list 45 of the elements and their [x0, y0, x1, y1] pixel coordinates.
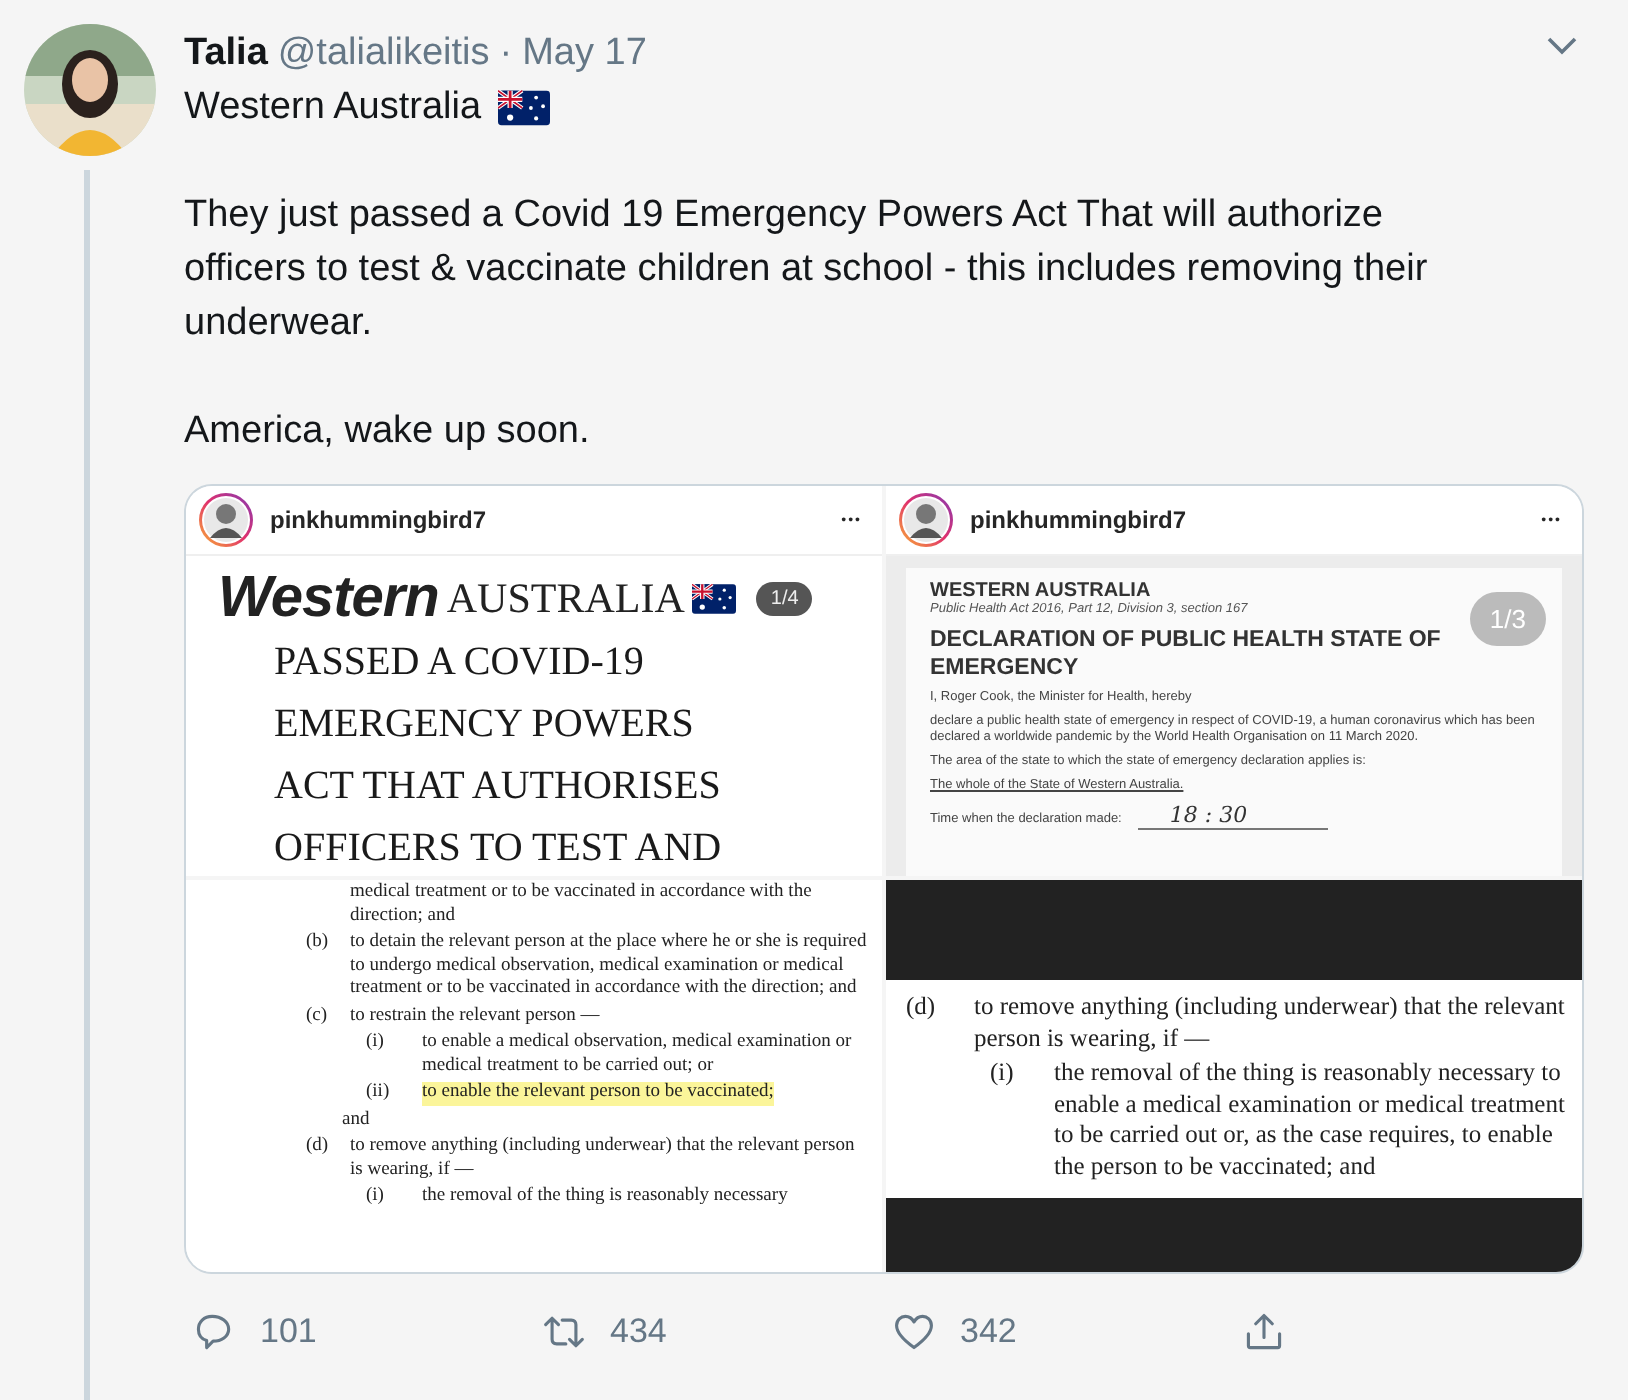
australian-flag-icon: [497, 89, 550, 125]
media-grid[interactable]: [184, 484, 1584, 1274]
post-screenshot[interactable]: [886, 486, 1582, 876]
clause-label: (ii): [366, 1082, 392, 1105]
document-screenshot[interactable]: [886, 880, 1582, 1272]
action-count: 342: [960, 1312, 1017, 1352]
page-counter: 1/3: [1469, 592, 1546, 646]
clause-text: to restrain the relevant person —: [350, 1005, 602, 1028]
tweet-text: America, wake up soon.: [184, 408, 592, 456]
document-heading: DECLARATION OF PUBLIC HEALTH STATE OF EMERGENCY: [930, 626, 1443, 682]
separator-dot: ·: [499, 32, 513, 76]
author-name[interactable]: Talia: [184, 32, 268, 76]
headline-text: EMERGENCY POWERS: [272, 700, 696, 750]
clause-text: and: [342, 1109, 372, 1132]
clause-label: (i): [366, 1032, 386, 1056]
username[interactable]: pinkhummingbird7: [270, 506, 486, 534]
action-count: 101: [260, 1312, 317, 1352]
tweet-text: Western Australia: [184, 84, 482, 132]
clause-label: (d): [306, 1136, 331, 1160]
username[interactable]: pinkhummingbird7: [970, 506, 1186, 534]
reply-icon[interactable]: [192, 1310, 236, 1354]
headline-text: AUSTRALIA: [446, 573, 685, 623]
author-handle[interactable]: @talialikeitis: [277, 32, 490, 76]
tweet-date[interactable]: May 17: [522, 32, 647, 76]
headline-text: Western: [218, 565, 439, 631]
caret-icon[interactable]: [1546, 36, 1578, 56]
tweet-text: They just passed a Covid 19 Emergency Powers Act That will authorize officers to test & vaccinate children at school - this includes removing their underwear.: [184, 192, 1430, 348]
handwritten-time: 18 : 30: [1137, 802, 1328, 830]
clause-text: the removal of the thing is reasonably necessary: [422, 1186, 788, 1209]
clause-label: (i): [990, 1058, 1016, 1090]
clause-label: (d): [906, 992, 938, 1024]
action-count: 434: [610, 1312, 667, 1352]
australian-flag-icon: [692, 583, 737, 613]
clause-label: (b): [306, 932, 331, 956]
document-title: WESTERN AUSTRALIA: [930, 580, 1153, 602]
share-icon[interactable]: [1242, 1310, 1286, 1354]
clause-label: (i): [366, 1186, 386, 1209]
heart-icon[interactable]: [892, 1310, 936, 1354]
headline-text: ACT THAT AUTHORISES: [272, 762, 723, 812]
document-screenshot[interactable]: [186, 880, 882, 1272]
clause-text: to enable the relevant person to be vaccinated;: [422, 1082, 774, 1105]
headline-text: PASSED A COVID-19: [272, 638, 646, 688]
clause-text: the removal of the thing is reasonably necessary to enable a medical examination or medical treatment to be carried out or, as the case requires, to enable the person to be vaccinated; and: [1054, 1058, 1567, 1182]
page-counter: 1/4: [756, 581, 813, 615]
headline-text: OFFICERS TO TEST AND: [272, 824, 724, 874]
